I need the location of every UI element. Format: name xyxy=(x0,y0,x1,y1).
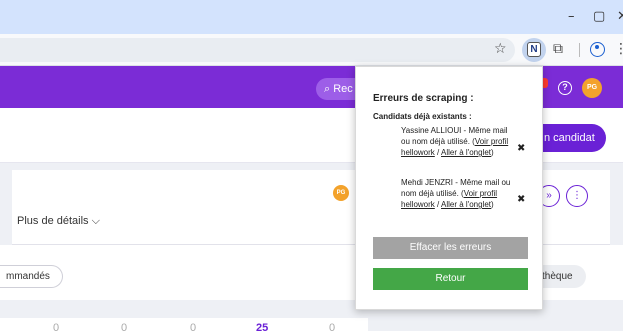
clear-errors-button[interactable]: Effacer les erreurs xyxy=(373,237,528,259)
filter-chip-library[interactable]: thèque xyxy=(536,265,586,288)
search-label: Rec xyxy=(333,83,353,95)
toolbar-separator xyxy=(579,43,580,57)
more-details-toggle[interactable]: Plus de détails ⌵ xyxy=(17,215,100,228)
go-to-tab-link[interactable]: Aller à l'onglet xyxy=(441,200,491,209)
error-item: Mehdi JENZRI - Même mail ou nom déjà uti… xyxy=(401,178,511,209)
user-avatar[interactable]: PG xyxy=(582,78,602,98)
go-to-tab-link[interactable]: Aller à l'onglet xyxy=(441,148,491,157)
error-item: Yassine ALLIOUI - Même mail ou nom déjà … xyxy=(401,126,509,157)
help-icon[interactable]: ? xyxy=(558,81,572,95)
browser-titlebar: – ▢ ✕ xyxy=(0,0,623,34)
minimize-button[interactable]: – xyxy=(568,9,575,24)
restore-button[interactable]: ▢ xyxy=(593,9,605,24)
more-details-label: Plus de détails xyxy=(17,215,89,227)
filter-chip-recommended[interactable]: mmandés xyxy=(0,265,63,288)
search-icon: ⌕ xyxy=(324,83,331,95)
browser-menu-icon[interactable]: ⋮ xyxy=(614,40,623,57)
bookmark-star-icon[interactable]: ☆ xyxy=(494,40,507,57)
popup-subtitle: Candidats déjà existants : xyxy=(373,112,472,121)
browser-profile-icon[interactable] xyxy=(590,42,605,57)
card-avatar: PG xyxy=(333,185,349,201)
stat-count[interactable]: 0 xyxy=(190,322,196,331)
scraping-errors-popup: Erreurs de scraping : Candidats déjà exi… xyxy=(355,66,543,310)
close-window-button[interactable]: ✕ xyxy=(617,9,623,24)
dismiss-error-icon[interactable]: ✖ xyxy=(517,143,525,154)
back-button[interactable]: Retour xyxy=(373,268,528,290)
popup-title: Erreurs de scraping : xyxy=(373,93,474,104)
dismiss-error-icon[interactable]: ✖ xyxy=(517,194,525,205)
stat-count[interactable]: 0 xyxy=(121,322,127,331)
add-candidate-button[interactable]: n candidat xyxy=(538,124,606,152)
extension-n-icon: N xyxy=(527,42,541,57)
extension-n-button[interactable]: N xyxy=(522,38,546,62)
chevron-down-icon: ⌵ xyxy=(91,215,100,227)
stat-count[interactable]: 0 xyxy=(53,322,59,331)
more-options-icon[interactable]: ⋮ xyxy=(566,185,588,207)
stat-count-active[interactable]: 25 xyxy=(256,322,268,331)
stat-count[interactable]: 0 xyxy=(329,322,335,331)
address-bar[interactable] xyxy=(0,38,515,62)
browser-toolbar: ☆ N ⧉ ⋮ xyxy=(0,34,623,66)
extensions-puzzle-icon[interactable]: ⧉ xyxy=(553,41,563,57)
